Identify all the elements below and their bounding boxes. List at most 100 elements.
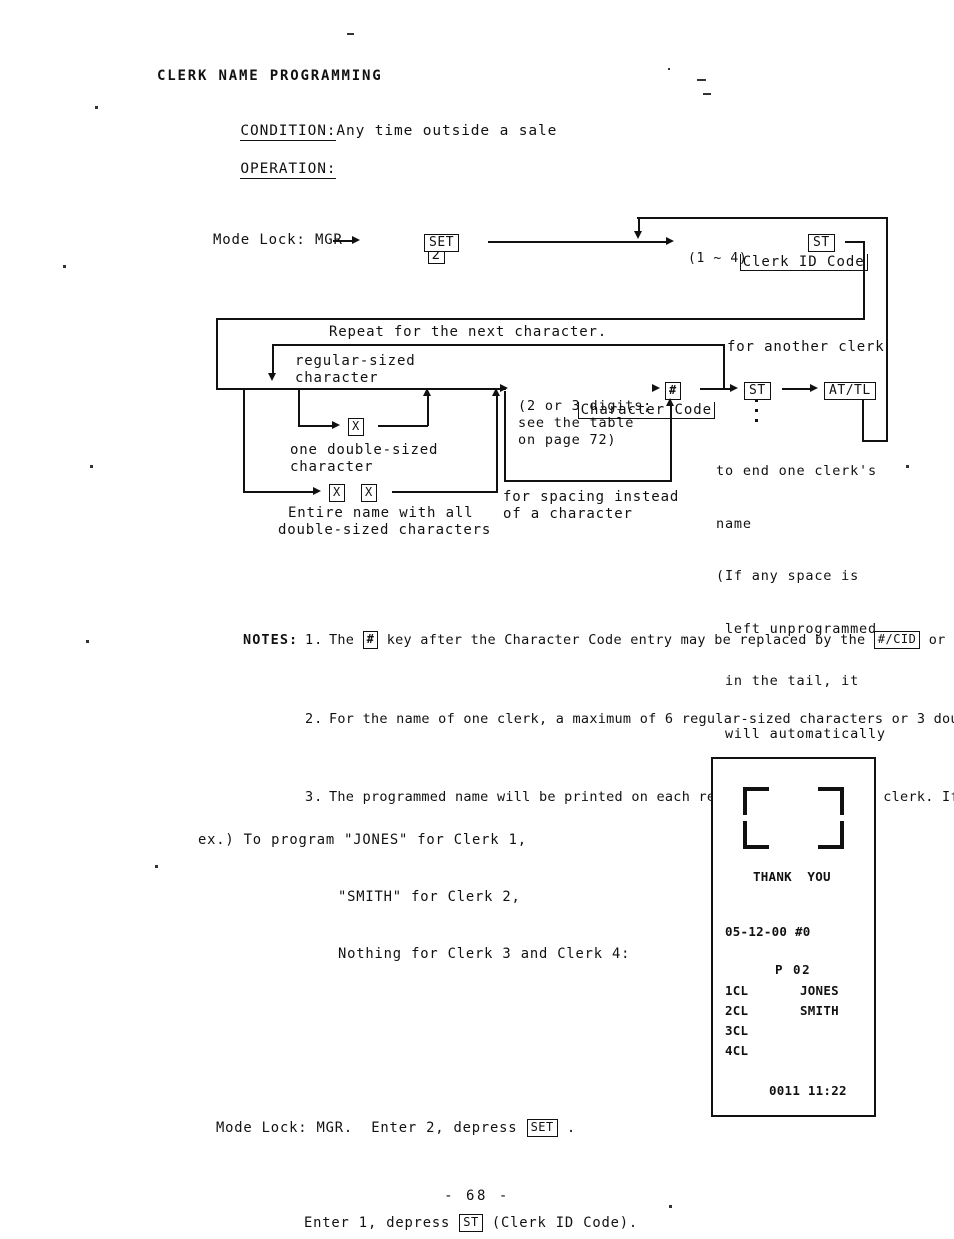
branch-entire-return-arrow [492,388,500,396]
spacing-note1: for spacing instead [503,489,680,505]
branch-double-return-up [427,392,429,426]
logo-corner-bottom-right [816,821,844,849]
for-another-clerk-label: for another clerk [727,339,885,355]
hash-key-label: # [665,381,681,400]
repeat-loop-left [272,344,274,376]
period: . [566,1120,576,1136]
outer-loop-top [637,217,888,219]
spacing-note2: of a character [503,506,633,522]
flow-line-st-to-attl [782,388,811,390]
receipt-clerk-id: 1CL [725,983,749,998]
x-key-single[interactable]: X [348,416,364,436]
entire-name-line1: Entire name with all [288,505,474,521]
mode-lock-label: Mode Lock: MGR [213,232,343,248]
char-code-note1: (2 or 3 digits; [518,398,653,414]
branch-double-return-arrow [423,388,431,396]
scan-speck [86,640,89,643]
receipt-clerk-name: SMITH [800,1003,839,1018]
note-part: The [329,632,363,648]
clerk-id-code-label: Clerk ID Code [739,254,868,271]
flow-arrow-head [666,237,674,245]
flow-arrow-line [333,240,353,242]
receipt-clerk-name: JONES [800,983,839,998]
note-part: or [920,632,954,648]
branch-double-vertical [298,388,300,426]
branch-entire-return [392,491,498,493]
receipt-illustration: THANK YOU 05-12-00 #0 P 02 1CL JONES 2CL… [711,757,876,1117]
example-intro-line-1: ex.) To program "JONES" for Clerk 1, [198,832,527,848]
branch-double-arrow [332,421,340,429]
receipt-program-line: P 02 [775,962,812,977]
flow-line-to-clerk-id [488,241,668,243]
note-text: For the name of one clerk, a maximum of … [329,710,954,727]
st-key-end-name[interactable]: ST [744,380,771,400]
set-key[interactable]: SET [424,232,460,252]
receipt-clerk-id: 2CL [725,1003,749,1018]
branch-entire-return-up [496,392,498,492]
flow-line [863,241,865,319]
end-note-line: name [716,515,752,532]
st-key-label[interactable]: ST [459,1214,483,1232]
double-sized-line1: one double-sized [290,442,439,458]
regular-sized-line1: regular-sized [295,353,416,369]
flow-arrow-head [810,384,818,392]
hash-cid-key-label[interactable]: #/CID [873,631,921,649]
flow-main-line [216,388,506,390]
at-tl-key[interactable]: AT/TL [824,380,876,400]
receipt-footer: 0011 11:22 [769,1083,847,1098]
receipt-thank-you: THANK YOU [753,869,831,884]
receipt-row: 4CL [725,1043,865,1063]
note-item-1: NOTES: 1. The # key after the Character … [243,631,954,651]
receipt-clerk-id: 4CL [725,1043,749,1058]
set-key-label[interactable]: SET [526,1119,558,1137]
set-key-label: SET [424,233,460,252]
branch-entire-arrow [313,487,321,495]
flow-line [845,241,865,243]
example-intro-line-2: "SMITH" for Clerk 2, [338,889,521,905]
receipt-clerk-rows: 1CL JONES 2CL SMITH 3CL 4CL [725,983,865,1063]
note-number: 1. [305,632,324,648]
example-block: ex.) To program "JONES" for Clerk 1, "SM… [198,774,788,1239]
x-key-double-first[interactable]: X [329,482,345,502]
receipt-date-line: 05-12-00 #0 [725,924,811,939]
regular-sized-line2: character [295,370,379,386]
x-key-double-second[interactable]: X [361,482,377,502]
example-clerk1-idnote: (Clerk ID Code). [491,1215,639,1231]
double-sized-line2: character [290,459,374,475]
spacing-loop-bottom [504,480,672,482]
outer-loop-right [886,217,888,441]
spacing-loop-right [670,404,672,481]
note-number: 2. [305,710,324,727]
spacing-loop-left [504,391,506,481]
example-mode-lock-text: Mode Lock: MGR. Enter 2, depress [216,1120,518,1136]
at-tl-key-label: AT/TL [824,381,876,400]
dot [755,409,758,412]
x-key-label: X [329,483,345,502]
hash-key-label[interactable]: # [362,631,379,649]
document-page: CLERK NAME PROGRAMMING CONDITION:Any tim… [0,0,954,1239]
note-item-2: 2. For the name of one clerk, a maximum … [243,710,954,730]
note-part: key after the Character Code entry may b… [378,632,874,648]
loop-down-arrow [634,231,642,239]
branch-left-vertical [243,388,245,491]
st-key-after-clerk-id[interactable]: ST [808,232,835,252]
notes-label: NOTES: [243,632,299,648]
branch-double-line [298,425,334,427]
flow-line-hash-to-st [700,388,731,390]
repeat-loop-line [272,344,724,346]
branch-double-return [378,425,428,427]
branch-entire-line [243,491,315,493]
repeat-label: Repeat for the next character. [329,324,608,340]
example-intro-line-3: Nothing for Clerk 3 and Clerk 4: [338,946,631,962]
char-code-note3: on page 72) [518,432,617,448]
char-code-note2: see the table [518,415,635,431]
receipt-row: 1CL JONES [725,983,865,1003]
hash-key-flow[interactable]: # [665,380,681,400]
example-mode-lock-line: Mode Lock: MGR. Enter 2, depress SET . [198,1119,788,1138]
st-key-label: ST [808,233,835,252]
flow-arrow-head [730,384,738,392]
x-key-label: X [348,417,364,436]
entire-name-line2: double-sized characters [278,522,492,538]
page-footer: - 68 - [444,1188,510,1204]
scan-speck [155,865,158,868]
